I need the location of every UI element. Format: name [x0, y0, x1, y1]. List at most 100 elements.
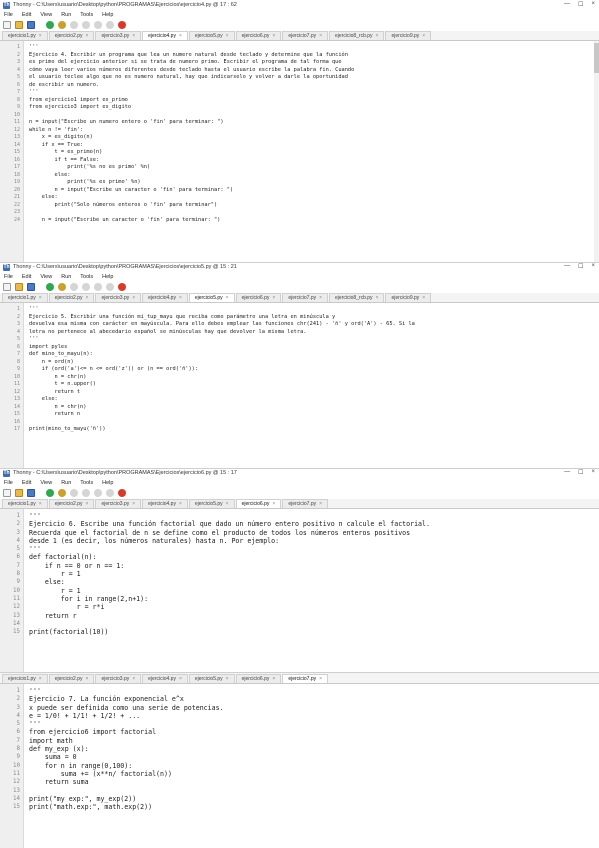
editor-tab[interactable]: ejercicio2.py × — [48, 293, 95, 302]
editor-tab[interactable]: ejercicio6.py × — [235, 499, 282, 508]
debug-icon[interactable] — [58, 489, 66, 497]
editor-tab[interactable]: ejercicio9.py × — [385, 293, 432, 302]
menu-run[interactable]: Run — [61, 480, 71, 486]
close-tab-icon[interactable]: × — [86, 501, 89, 507]
menu-help[interactable]: Help — [102, 274, 113, 280]
code-line[interactable]: 8 r = 1 — [17, 570, 599, 578]
code-line[interactable]: 13 — [13, 787, 599, 795]
editor-tab[interactable]: ejercicio1.py × — [2, 674, 48, 683]
close-tab-icon[interactable]: × — [272, 501, 275, 507]
close-tab-icon[interactable]: × — [319, 33, 322, 39]
code-line[interactable]: 15 return n — [14, 411, 599, 419]
code-line[interactable]: 10 — [14, 112, 599, 120]
menu-view[interactable]: View — [40, 480, 52, 486]
maximize-icon[interactable]: ☐ — [578, 1, 583, 8]
code-editor[interactable]: 1 ''' 2 Ejercicio 5. Escribir una función m… — [0, 303, 599, 468]
code-editor[interactable]: 1 ''' 2 Ejercicio 6. Escribe una función fa… — [0, 509, 599, 672]
close-tab-icon[interactable]: × — [179, 676, 182, 682]
close-tab-icon[interactable]: × — [39, 501, 42, 507]
code-line[interactable]: 11 t = n.upper() — [14, 381, 599, 389]
code-line[interactable]: 14 print("my exp:", my_exp(2)) — [13, 795, 599, 803]
editor-tab[interactable]: ejercicio4.py × — [142, 674, 188, 683]
save-icon[interactable] — [27, 489, 35, 497]
close-tab-icon[interactable]: × — [422, 295, 425, 301]
close-tab-icon[interactable]: × — [319, 676, 322, 682]
code-line[interactable]: 12 r = r*i — [13, 603, 599, 611]
step-out-icon[interactable] — [94, 21, 102, 29]
editor-tab[interactable]: ejercicio1.py × — [2, 31, 48, 40]
step-out-icon[interactable] — [94, 283, 102, 291]
editor-tab[interactable]: ejercicio3.py × — [95, 674, 142, 683]
code-line[interactable]: 8 n = ord(n) — [17, 359, 599, 367]
editor-tab[interactable]: ejercicio5.py × — [188, 293, 235, 302]
editor-tab[interactable]: ejercicio2.py × — [48, 674, 95, 683]
code-line[interactable]: 19 print('%s es primo' %n) — [14, 179, 599, 187]
code-line[interactable]: 3 x puede ser definida como una serie de … — [17, 704, 599, 712]
run-icon[interactable] — [46, 283, 54, 291]
editor-tab[interactable]: ejercicio1.py × — [2, 293, 48, 302]
editor-tab[interactable]: ejercicio1.py × — [2, 499, 48, 508]
close-tab-icon[interactable]: × — [132, 33, 135, 39]
menu-edit[interactable]: Edit — [22, 12, 31, 18]
editor-tab[interactable]: ejercicio5.py × — [188, 31, 235, 40]
close-tab-icon[interactable]: × — [422, 33, 425, 39]
editor-tab[interactable]: ejercicio3.py × — [95, 293, 142, 302]
close-tab-icon[interactable]: × — [86, 676, 89, 682]
close-tab-icon[interactable]: × — [226, 501, 229, 507]
new-file-icon[interactable] — [3, 283, 11, 291]
code-line[interactable]: 20 n = input("Escribe un caracter o 'fin… — [14, 187, 599, 195]
minimize-icon[interactable]: — — [564, 263, 570, 270]
step-over-icon[interactable] — [70, 21, 78, 29]
editor-tab[interactable]: ejercicio4.py × — [142, 293, 188, 302]
editor-tab[interactable]: ejercicio6.py × — [235, 674, 282, 683]
editor-tab[interactable]: ejercicio6.py × — [235, 31, 282, 40]
code-line[interactable]: 22 print("Solo números enteros o 'fin' p… — [14, 202, 599, 210]
code-area[interactable]: 1 ''' 2 Ejercicio 4. Escribir un programa q… — [14, 41, 599, 262]
code-line[interactable]: 6 de escribir un numero. — [17, 82, 599, 90]
code-line[interactable]: 2 Ejercicio 6. Escribe una función factor… — [17, 520, 599, 528]
code-line[interactable]: 24 n = input("Escribe un caracter o 'fin… — [14, 217, 599, 225]
code-line[interactable]: 1 ''' — [17, 44, 599, 52]
close-tab-icon[interactable]: × — [272, 33, 275, 39]
editor-tab[interactable]: ejercicio5.py × — [188, 674, 235, 683]
code-line[interactable]: 7 if n == 0 or n == 1: — [17, 562, 599, 570]
close-tab-icon[interactable]: × — [319, 501, 322, 507]
code-line[interactable]: 6 from ejercicio6 import factorial — [17, 728, 599, 736]
open-folder-icon[interactable] — [15, 21, 23, 29]
menu-view[interactable]: View — [40, 274, 52, 280]
maximize-icon[interactable]: ☐ — [578, 469, 583, 476]
debug-icon[interactable] — [58, 21, 66, 29]
step-out-icon[interactable] — [94, 489, 102, 497]
editor-tab[interactable]: ejercicio8_rcb.py × — [329, 293, 385, 302]
code-line[interactable]: 17 print(mino_to_mayu('ñ')) — [14, 426, 599, 434]
menu-file[interactable]: File — [4, 480, 13, 486]
menu-run[interactable]: Run — [61, 274, 71, 280]
close-tab-icon[interactable]: × — [132, 676, 135, 682]
code-line[interactable]: 18 else: — [14, 172, 599, 180]
code-line[interactable]: 5 el usuario teclee algo que no es numero… — [17, 74, 599, 82]
code-line[interactable]: 11 for i in range(2,n+1): — [13, 595, 599, 603]
menu-run[interactable]: Run — [61, 12, 71, 18]
resume-icon[interactable] — [106, 489, 114, 497]
code-line[interactable]: 10 for n in range(0,100): — [13, 762, 599, 770]
close-tab-icon[interactable]: × — [226, 295, 229, 301]
run-icon[interactable] — [46, 21, 54, 29]
code-area[interactable]: 1 ''' 2 Ejercicio 7. La función exponencial… — [13, 684, 599, 848]
code-line[interactable]: 6 import pyles — [17, 344, 599, 352]
close-tab-icon[interactable]: × — [226, 33, 229, 39]
editor-tab[interactable]: ejercicio6.py × — [235, 293, 282, 302]
code-line[interactable]: 14 — [13, 620, 599, 628]
menu-file[interactable]: File — [4, 12, 13, 18]
close-tab-icon[interactable]: × — [376, 295, 379, 301]
code-line[interactable]: 10 r = 1 — [13, 587, 599, 595]
code-line[interactable]: 15 print("math.exp:", math.exp(2)) — [13, 803, 599, 811]
code-line[interactable]: 7 import math — [17, 737, 599, 745]
code-line[interactable]: 5 ''' — [17, 720, 599, 728]
code-line[interactable]: 9 suma = 0 — [17, 753, 599, 761]
minimize-icon[interactable]: — — [564, 469, 570, 476]
code-area[interactable]: 1 ''' 2 Ejercicio 5. Escribir una función m… — [14, 303, 599, 468]
code-line[interactable]: 4 e = 1/0! + 1/1! + 1/2! + ... — [17, 712, 599, 720]
menu-file[interactable]: File — [4, 274, 13, 280]
close-tab-icon[interactable]: × — [86, 295, 89, 301]
close-icon[interactable]: × — [591, 263, 595, 270]
